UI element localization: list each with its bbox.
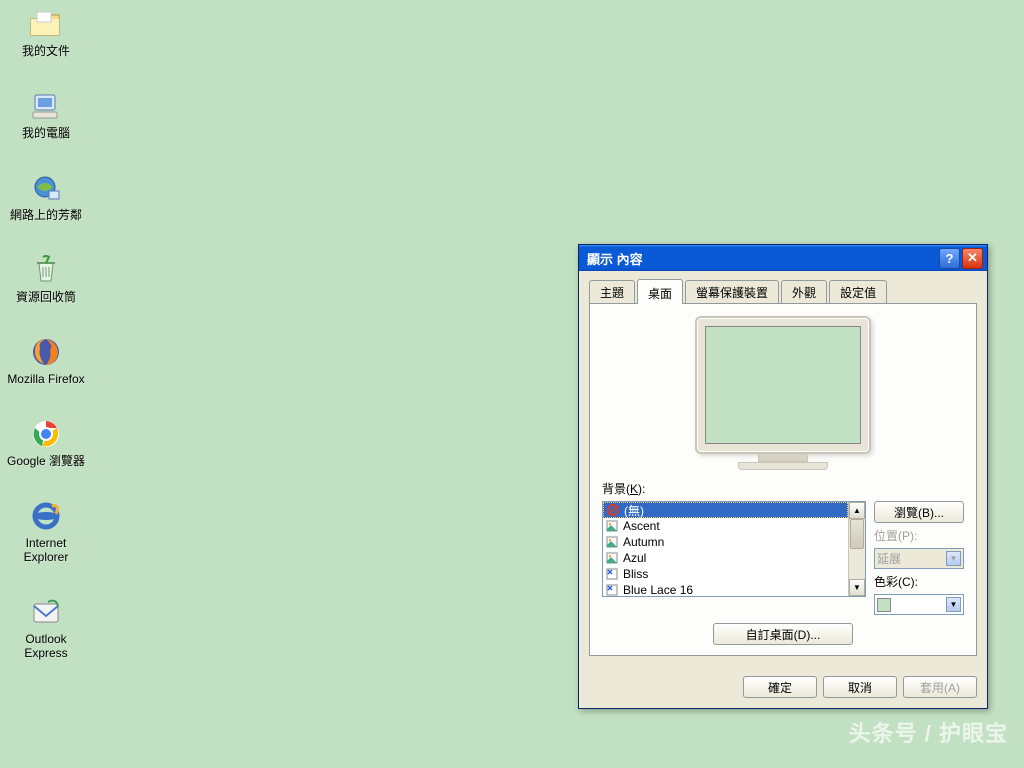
bg-item[interactable]: Ascent (603, 518, 848, 534)
scroll-down-button[interactable]: ▼ (849, 579, 865, 596)
folder-icon (28, 6, 64, 42)
ok-button[interactable]: 確定 (743, 676, 817, 698)
position-label: 位置(P): (874, 527, 964, 544)
desktop-icon-outlook[interactable]: Outlook Express (6, 594, 86, 660)
watermark-text: 头条号 / 护眼宝 (849, 716, 1008, 748)
apply-button: 套用(A) (903, 676, 977, 698)
color-combo[interactable]: ▼ (874, 594, 964, 615)
bg-item[interactable]: Azul (603, 550, 848, 566)
icon-label: Mozilla Firefox (7, 372, 84, 386)
chrome-icon (28, 416, 64, 452)
tab-screensaver[interactable]: 螢幕保護裝置 (685, 280, 779, 303)
dialog-title: 顯示 內容 (587, 249, 937, 268)
icon-label: Google 瀏覽器 (7, 454, 85, 468)
image-icon (605, 551, 619, 565)
tab-strip: 主題 桌面 螢幕保護裝置 外觀 設定值 (589, 279, 977, 303)
icon-label: Outlook Express (24, 632, 67, 660)
desktop-icon-chrome[interactable]: Google 瀏覽器 (6, 416, 86, 468)
monitor-preview (695, 316, 871, 470)
computer-icon (28, 88, 64, 124)
dialog-body: 主題 桌面 螢幕保護裝置 外觀 設定值 背景(K): (無) Ascent Au… (579, 271, 987, 666)
tab-panel-desktop: 背景(K): (無) Ascent Autumn Azul Bliss Blue… (589, 303, 977, 656)
close-button[interactable]: ✕ (962, 248, 983, 269)
customize-desktop-button[interactable]: 自訂桌面(D)... (713, 623, 853, 645)
image-icon (605, 535, 619, 549)
preview-screen (705, 326, 861, 444)
dialog-buttons: 確定 取消 套用(A) (579, 666, 987, 708)
list-scrollbar[interactable]: ▲ ▼ (848, 502, 865, 596)
bg-item[interactable]: Bliss (603, 566, 848, 582)
bg-item[interactable]: Autumn (603, 534, 848, 550)
scroll-thumb[interactable] (850, 519, 864, 549)
help-button[interactable]: ? (939, 248, 960, 269)
image-icon (605, 519, 619, 533)
bg-item-none[interactable]: (無) (603, 502, 848, 518)
desktop-icon-network[interactable]: 網路上的芳鄰 (6, 170, 86, 222)
browse-button[interactable]: 瀏覽(B)... (874, 501, 964, 523)
icon-label: 我的文件 (22, 44, 70, 58)
icon-label: 網路上的芳鄰 (10, 208, 82, 222)
bg-item[interactable]: Blue Lace 16 (603, 582, 848, 596)
network-icon (28, 170, 64, 206)
bmp-icon (605, 583, 619, 596)
desktop-icon-my-computer[interactable]: 我的電腦 (6, 88, 86, 140)
titlebar[interactable]: 顯示 內容 ? ✕ (579, 245, 987, 271)
bmp-icon (605, 567, 619, 581)
display-properties-dialog: 顯示 內容 ? ✕ 主題 桌面 螢幕保護裝置 外觀 設定值 背景(K): (無) (578, 244, 988, 709)
tab-appearance[interactable]: 外觀 (781, 280, 827, 303)
tab-theme[interactable]: 主題 (589, 280, 635, 303)
ie-icon (28, 498, 64, 534)
chevron-down-icon: ▼ (946, 551, 961, 566)
color-swatch (877, 598, 891, 612)
tab-desktop[interactable]: 桌面 (637, 279, 683, 304)
desktop-icon-ie[interactable]: Internet Explorer (6, 498, 86, 564)
recycle-icon (28, 252, 64, 288)
desktop-icon-recycle-bin[interactable]: 資源回收筒 (6, 252, 86, 304)
background-listbox[interactable]: (無) Ascent Autumn Azul Bliss Blue Lace 1… (602, 501, 866, 597)
chevron-down-icon[interactable]: ▼ (946, 597, 961, 612)
none-icon (606, 503, 620, 517)
scroll-up-button[interactable]: ▲ (849, 502, 865, 519)
position-combo: 延展▼ (874, 548, 964, 569)
icon-label: 資源回收筒 (16, 290, 76, 304)
desktop-icons: 我的文件 我的電腦 網路上的芳鄰 資源回收筒 Mozilla Firefox G… (6, 6, 86, 660)
desktop-icon-firefox[interactable]: Mozilla Firefox (6, 334, 86, 386)
firefox-icon (28, 334, 64, 370)
icon-label: 我的電腦 (22, 126, 70, 140)
color-label: 色彩(C): (874, 573, 964, 590)
preview-area (602, 316, 964, 470)
outlook-icon (28, 594, 64, 630)
icon-label: Internet Explorer (24, 536, 69, 564)
desktop-icon-my-documents[interactable]: 我的文件 (6, 6, 86, 58)
background-label: 背景(K): (602, 480, 964, 497)
tab-settings[interactable]: 設定值 (829, 280, 887, 303)
cancel-button[interactable]: 取消 (823, 676, 897, 698)
